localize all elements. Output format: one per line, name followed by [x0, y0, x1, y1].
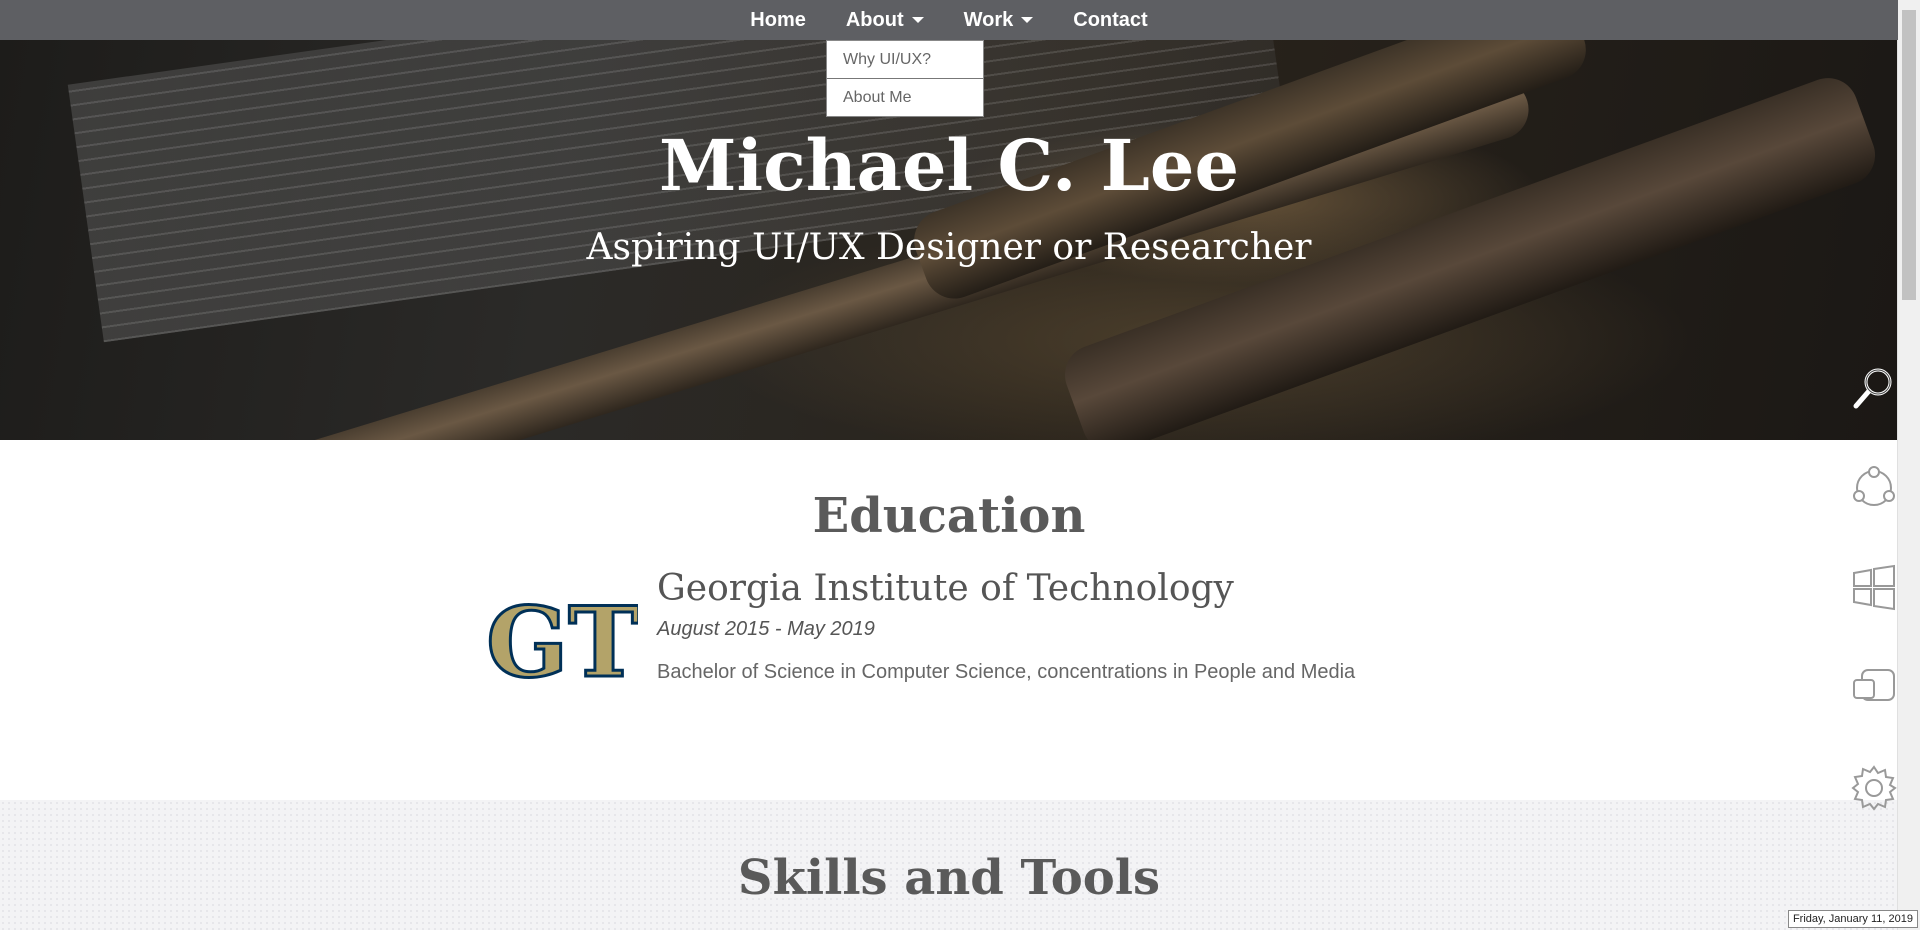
devices-icon[interactable]: [1850, 664, 1898, 712]
search-icon[interactable]: [1850, 364, 1898, 412]
date-stamp: Friday, January 11, 2019: [1787, 910, 1918, 928]
nav-work[interactable]: Work: [964, 9, 1034, 32]
about-dropdown-menu: Why UI/UX? About Me: [826, 40, 984, 117]
dropdown-item-about-me[interactable]: About Me: [827, 78, 983, 116]
hero-title: Michael C. Lee: [659, 124, 1239, 207]
caret-down-icon: [911, 17, 924, 23]
nav-about-label: About: [845, 8, 904, 31]
caret-down-icon: [1021, 17, 1034, 23]
windows-icon[interactable]: [1850, 564, 1898, 612]
school-name: Georgia Institute of Technology: [657, 568, 1234, 609]
nav-home-label: Home: [750, 8, 806, 31]
scrollbar-thumb[interactable]: [1902, 10, 1916, 300]
nav-contact[interactable]: Contact: [1073, 9, 1147, 32]
gt-logo-text: GT: [488, 594, 638, 694]
page-scrollbar[interactable]: [1897, 0, 1920, 930]
nav-work-label: Work: [963, 8, 1014, 31]
nav-home[interactable]: Home: [750, 9, 806, 32]
skills-heading: Skills and Tools: [737, 850, 1161, 906]
network-icon[interactable]: [1850, 464, 1898, 512]
education-heading: Education: [812, 488, 1086, 544]
hero-subtitle: Aspiring UI/UX Designer or Researcher: [586, 227, 1312, 268]
nav-contact-label: Contact: [1073, 8, 1148, 31]
nav-about[interactable]: About: [846, 9, 924, 32]
dropdown-item-why-uiux[interactable]: Why UI/UX?: [827, 41, 983, 78]
school-dates: August 2015 - May 2019: [657, 618, 875, 640]
georgia-tech-logo: GT: [488, 594, 638, 694]
school-degree: Bachelor of Science in Computer Science,…: [657, 661, 1356, 683]
gear-icon[interactable]: [1850, 764, 1898, 812]
top-navbar: Home About Work Contact: [0, 0, 1898, 40]
